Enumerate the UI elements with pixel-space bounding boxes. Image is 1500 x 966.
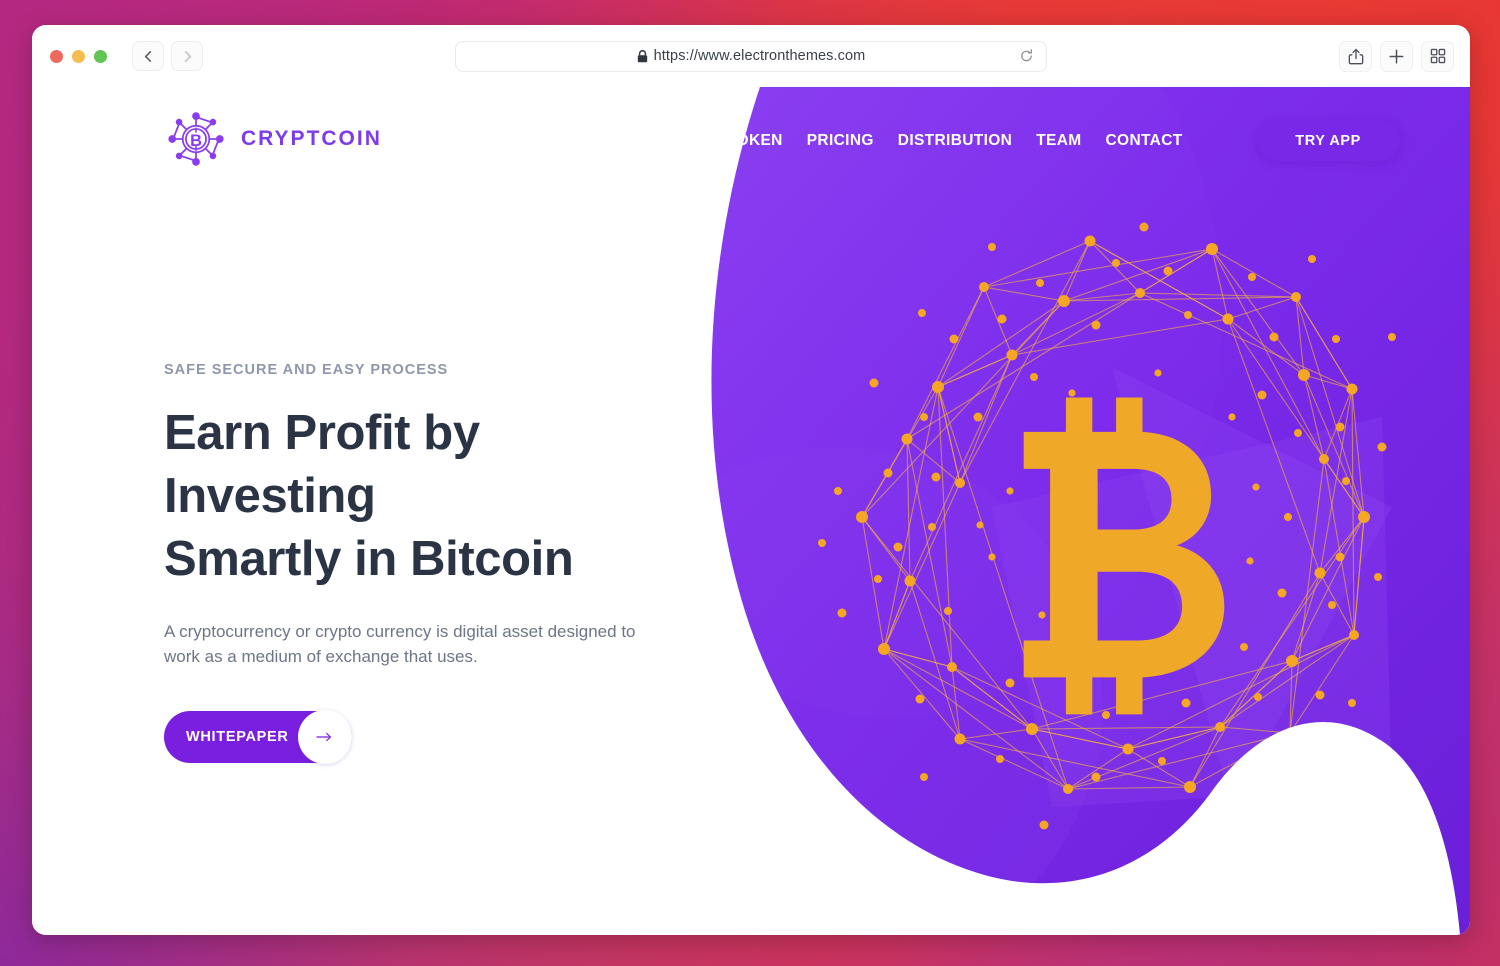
nav-item-contact[interactable]: CONTACT: [1106, 132, 1183, 150]
hero-title-line-2: Smartly in Bitcoin: [164, 532, 574, 586]
browser-window: https://www.electronthemes.com B CRYPTCO…: [32, 25, 1470, 935]
window-controls: [50, 49, 107, 63]
whitepaper-arrow-circle: [298, 710, 352, 764]
hero-subtitle: A cryptocurrency or crypto currency is d…: [164, 622, 636, 666]
new-tab-button[interactable]: [1380, 40, 1413, 72]
hero-eyebrow: SAFE SECURE AND EASY PROCESS: [164, 362, 449, 378]
chevron-right-icon: [184, 50, 191, 62]
hero-blob-artwork: [711, 87, 1470, 935]
whitepaper-button[interactable]: WHITEPAPER: [164, 710, 352, 764]
address-bar-container: https://www.electronthemes.com: [455, 40, 1047, 72]
reload-icon[interactable]: [1019, 49, 1034, 64]
url-text: https://www.electronthemes.com: [653, 48, 866, 64]
minimize-window-button[interactable]: [72, 49, 85, 63]
nav-item-team[interactable]: TEAM: [1036, 132, 1081, 150]
plus-icon: [1389, 49, 1404, 63]
back-button[interactable]: [132, 41, 164, 71]
nav-item-distribution[interactable]: DISTRIBUTION: [898, 132, 1012, 150]
nav-item-token[interactable]: TOKEN: [727, 132, 783, 150]
site-navigation: TOKEN PRICING DISTRIBUTION TEAM CONTACT …: [727, 120, 1400, 161]
close-window-button[interactable]: [50, 49, 63, 63]
site-logo[interactable]: B CRYPTCOIN: [164, 107, 382, 171]
lock-icon: [637, 49, 647, 62]
share-button[interactable]: [1339, 40, 1372, 72]
tab-grid-icon: [1430, 48, 1445, 64]
hero-title: Earn Profit by Investing Smartly in Bitc…: [164, 402, 694, 591]
hero-artwork-panel: [692, 87, 1470, 935]
webpage-content: B CRYPTCOIN TOKEN PRICING DISTRIBUTION T…: [32, 87, 1470, 935]
address-bar[interactable]: https://www.electronthemes.com: [455, 40, 1047, 72]
forward-button[interactable]: [171, 41, 203, 71]
try-app-button[interactable]: TRY APP: [1256, 120, 1400, 161]
navigation-arrows: [132, 41, 203, 71]
share-icon: [1348, 48, 1363, 64]
url-display: https://www.electronthemes.com: [637, 48, 866, 64]
hero-title-line-1: Earn Profit by Investing: [164, 406, 480, 523]
site-logo-text: CRYPTCOIN: [241, 127, 382, 150]
maximize-window-button[interactable]: [94, 49, 107, 63]
arrow-right-icon: [316, 732, 331, 742]
chevron-left-icon: [144, 50, 151, 62]
browser-titlebar: https://www.electronthemes.com: [32, 25, 1470, 87]
crypto-network-bitcoin-icon: B: [168, 112, 224, 166]
whitepaper-button-label: WHITEPAPER: [186, 729, 289, 745]
hero-section: SAFE SECURE AND EASY PROCESS Earn Profit…: [164, 362, 694, 764]
tab-overview-button[interactable]: [1421, 40, 1454, 72]
browser-toolbar-right: [1339, 40, 1454, 72]
nav-item-pricing[interactable]: PRICING: [807, 132, 874, 150]
